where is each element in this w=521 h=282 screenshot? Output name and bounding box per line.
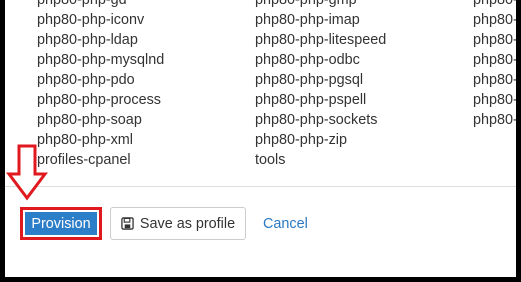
package-list: php80-php-gd php80-php-gmp php80-php-int…: [5, 0, 516, 186]
package-item: [441, 150, 516, 170]
package-item: php80-php-sockets: [255, 112, 378, 128]
package-item: tools: [255, 152, 286, 168]
package-item: php80-php-xmlrpc: [473, 112, 516, 128]
package-grid: php80-php-gd php80-php-gmp php80-php-int…: [5, 0, 516, 170]
package-item: php80-php-soap: [37, 112, 142, 128]
floppy-disk-icon: [121, 217, 134, 230]
package-item: php80-php-pdo: [37, 72, 135, 88]
save-as-profile-label: Save as profile: [139, 215, 236, 232]
package-item: php80-php-imap: [255, 12, 360, 28]
package-item: php80-php-litespeed: [255, 32, 387, 48]
provision-button-label: Provision: [31, 215, 91, 232]
package-item: php80-php-pspell: [255, 92, 367, 108]
provision-button[interactable]: Provision: [20, 207, 102, 240]
package-item: php80-php-opcache: [473, 32, 516, 48]
package-item: php80-php-gmp: [255, 0, 357, 8]
package-item: php80-php-mysqlnd: [37, 52, 165, 68]
down-arrow-annotation-icon: [6, 144, 48, 201]
footer-divider: [5, 186, 516, 187]
package-item: php80-php-pgsql: [255, 72, 364, 88]
package-item: php80-php-zip: [255, 132, 348, 148]
cancel-link[interactable]: Cancel: [263, 214, 308, 234]
package-item: php80-php-recode: [473, 72, 516, 88]
package-item: php80-php-mbstring: [473, 12, 516, 28]
save-as-profile-button[interactable]: Save as profile: [110, 207, 246, 240]
package-item: php80-php-gd: [37, 0, 127, 8]
package-item: php80-php-process: [37, 92, 161, 108]
package-item: php80-php-odbc: [255, 52, 360, 68]
package-item: php80-php-tidy: [473, 92, 516, 108]
package-item: [441, 130, 516, 150]
package-item: php80-php-ldap: [37, 32, 138, 48]
package-item: php80-php-posix: [473, 52, 516, 68]
provision-panel: php80-php-gd php80-php-gmp php80-php-int…: [5, 0, 516, 277]
package-item: php80-php-iconv: [37, 12, 145, 28]
package-item: php80-php-intl: [473, 0, 516, 8]
